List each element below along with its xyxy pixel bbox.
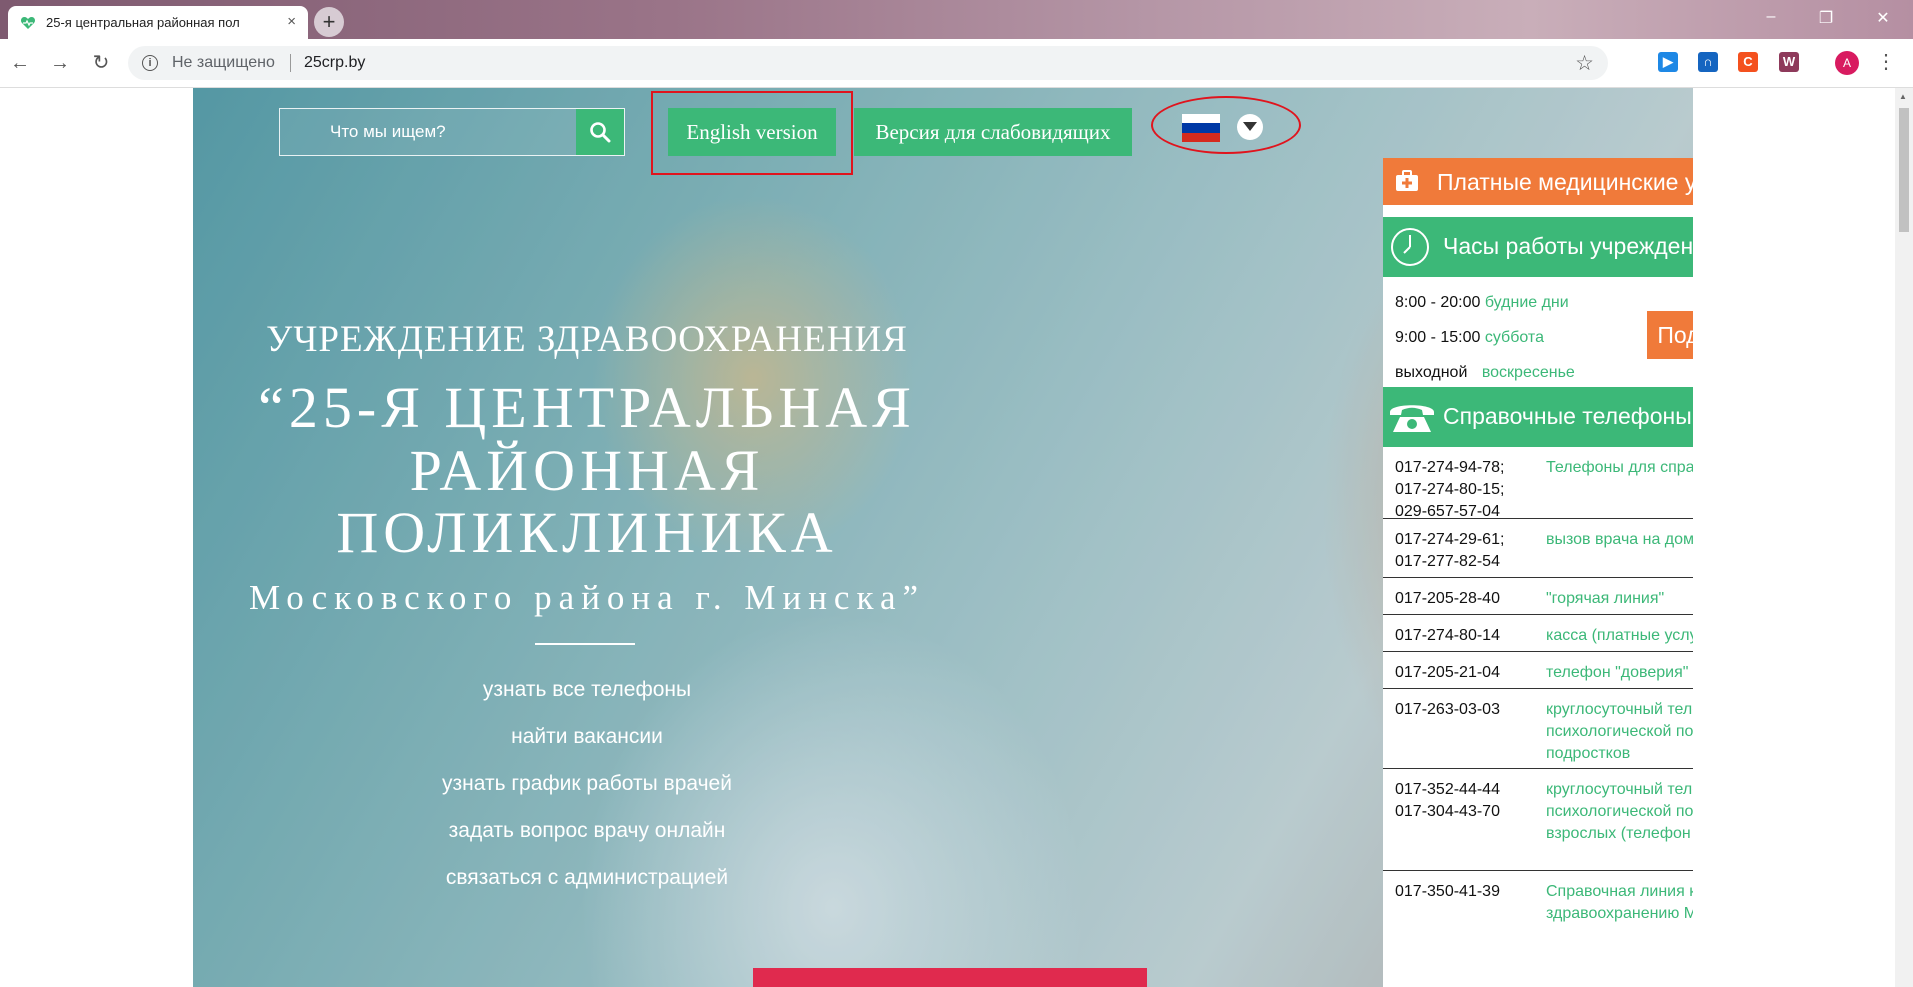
- page-viewport: English version Версия для слабовидящих …: [0, 88, 1895, 987]
- phone-number[interactable]: 017-274-29-61; 017-277-82-54: [1395, 529, 1535, 573]
- extension-icon[interactable]: ∩: [1698, 52, 1718, 72]
- phone-description: вызов врача на дом: [1546, 531, 1693, 548]
- russian-flag-icon[interactable]: [1182, 114, 1220, 142]
- scroll-thumb[interactable]: [1899, 108, 1909, 232]
- link-vacancies[interactable]: найти вакансии: [207, 725, 967, 749]
- institution-name-line: “25-Я ЦЕНТРАЛЬНАЯ: [258, 375, 916, 440]
- browser-tab-bar: 25-я центральная районная пол × + – ❐ ✕: [0, 0, 1913, 39]
- chevron-down-icon: [1243, 122, 1257, 131]
- language-dropdown-icon[interactable]: [1237, 114, 1263, 140]
- more-details-button[interactable]: Подробнее: [1647, 311, 1693, 359]
- telephone-icon: [1390, 405, 1434, 432]
- hours-day: воскресенье: [1481, 364, 1575, 381]
- info-icon[interactable]: i: [142, 55, 158, 71]
- hours-time: 8:00 - 20:00: [1395, 294, 1481, 311]
- security-status: Не защищено: [172, 54, 275, 71]
- institution-name-line: РАЙОННАЯ: [409, 438, 765, 503]
- phone-number[interactable]: 017-274-80-14: [1395, 625, 1535, 647]
- tab-title: 25-я центральная районная пол: [46, 15, 240, 30]
- phone-number[interactable]: 017-352-44-44 017-304-43-70: [1395, 779, 1535, 823]
- phone-number[interactable]: 017-350-41-39: [1395, 881, 1535, 903]
- english-version-button[interactable]: English version: [668, 108, 836, 156]
- phone-description: Справочная линия комитета по здравоохран…: [1546, 883, 1693, 922]
- scroll-up-icon[interactable]: ▲: [1899, 92, 1907, 101]
- tab-close-icon[interactable]: ×: [287, 13, 296, 30]
- forward-icon[interactable]: →: [47, 50, 73, 76]
- hours-row: выходной воскресенье: [1395, 364, 1575, 382]
- phone-description: телефон "доверия": [1546, 664, 1689, 681]
- heart-favicon-icon: [20, 17, 36, 29]
- phone-description: круглосуточный телефон экстренной психол…: [1546, 781, 1693, 842]
- reload-icon[interactable]: ↻: [88, 50, 114, 76]
- phone-number[interactable]: 017-274-94-78; 017-274-80-15; 029-657-57…: [1395, 457, 1535, 523]
- clock-icon: [1391, 228, 1429, 266]
- address-bar[interactable]: i Не защищено 25crp.by ☆: [128, 46, 1608, 80]
- link-contact-administration[interactable]: связаться с администрацией: [207, 866, 967, 890]
- low-vision-version-button[interactable]: Версия для слабовидящих: [854, 108, 1132, 156]
- phone-row: 017-263-03-03 круглосуточный телефон экс…: [1383, 689, 1693, 769]
- hours-time: 9:00 - 15:00: [1395, 329, 1481, 346]
- phone-row: 017-352-44-44 017-304-43-70 круглосуточн…: [1383, 769, 1693, 871]
- working-hours-title: Часы работы учреждения: [1443, 233, 1693, 259]
- phone-row: 017-274-80-14 касса (платные услуги): [1383, 615, 1693, 652]
- language-selector-highlight: [1151, 96, 1301, 154]
- phone-description: круглосуточный телефон экстренной психол…: [1546, 701, 1693, 762]
- search-box: [279, 108, 625, 156]
- browser-toolbar: ← → ↻ i Не защищено 25crp.by ☆ ▶ ∩ C W A…: [0, 39, 1913, 88]
- extension-w-icon[interactable]: W: [1779, 52, 1799, 72]
- institution-type: УЧРЕЖДЕНИЕ ЗДРАВООХРАНЕНИЯ: [266, 319, 908, 360]
- phone-description: Телефоны для справок: [1546, 459, 1693, 476]
- first-aid-kit-icon: [1396, 170, 1418, 191]
- phone-row: 017-274-29-61; 017-277-82-54 вызов врача…: [1383, 519, 1693, 578]
- hours-time: выходной: [1395, 364, 1468, 381]
- browser-tab[interactable]: 25-я центральная районная пол ×: [8, 6, 308, 39]
- minimize-icon[interactable]: –: [1760, 8, 1782, 26]
- phone-number[interactable]: 017-205-28-40: [1395, 588, 1535, 610]
- new-tab-button[interactable]: +: [314, 7, 344, 37]
- hours-day: суббота: [1484, 329, 1544, 346]
- phone-description: касса (платные услуги): [1546, 627, 1693, 644]
- hours-day: будние дни: [1484, 294, 1569, 311]
- paid-services-link[interactable]: Платные медицинские услуги: [1383, 158, 1693, 205]
- browser-menu-icon[interactable]: ⋮: [1876, 49, 1896, 74]
- institution-district: Московского района г. Минска”: [248, 578, 926, 617]
- phone-row: 017-350-41-39 Справочная линия комитета …: [1383, 871, 1693, 971]
- profile-avatar[interactable]: A: [1835, 51, 1859, 75]
- phone-number[interactable]: 017-263-03-03: [1395, 699, 1535, 721]
- back-icon[interactable]: ←: [7, 50, 33, 76]
- omnibox-divider: [290, 54, 291, 72]
- link-all-phones[interactable]: узнать все телефоны: [207, 678, 967, 702]
- phone-row: 017-274-94-78; 017-274-80-15; 029-657-57…: [1383, 447, 1693, 520]
- hero-banner: English version Версия для слабовидящих …: [193, 88, 1693, 987]
- promo-button[interactable]: [753, 968, 1147, 987]
- bookmark-star-icon[interactable]: ☆: [1575, 51, 1594, 76]
- url-text[interactable]: 25crp.by: [304, 54, 365, 72]
- hours-row: 9:00 - 15:00 суббота: [1395, 329, 1544, 347]
- phone-row: 017-205-28-40 "горячая линия": [1383, 578, 1693, 615]
- info-sidebar: Платные медицинские услуги Часы работы у…: [1383, 158, 1693, 987]
- link-ask-doctor[interactable]: задать вопрос врачу онлайн: [207, 819, 967, 843]
- link-doctor-schedule[interactable]: узнать график работы врачей: [207, 772, 967, 796]
- reference-phones-title: Справочные телефоны: [1443, 403, 1692, 429]
- extension-play-icon[interactable]: ▶: [1658, 52, 1678, 72]
- phone-number[interactable]: 017-205-21-04: [1395, 662, 1535, 684]
- page-scrollbar[interactable]: ▲: [1895, 88, 1913, 987]
- window-close-icon[interactable]: ✕: [1872, 8, 1894, 28]
- reference-phones-header: Справочные телефоны: [1383, 387, 1693, 447]
- phone-description: "горячая линия": [1546, 590, 1665, 607]
- phone-row: 017-205-21-04 телефон "доверия": [1383, 652, 1693, 689]
- search-icon: [590, 122, 611, 143]
- paid-services-label: Платные медицинские услуги: [1437, 169, 1693, 195]
- hero-divider: [535, 643, 635, 645]
- working-hours-header: Часы работы учреждения: [1383, 217, 1693, 277]
- hours-row: 8:00 - 20:00 будние дни: [1395, 294, 1569, 312]
- extension-c-icon[interactable]: C: [1738, 52, 1758, 72]
- search-button[interactable]: [576, 109, 624, 155]
- institution-name-line: ПОЛИКЛИНИКА: [336, 500, 838, 565]
- search-input[interactable]: [280, 109, 580, 155]
- restore-icon[interactable]: ❐: [1815, 8, 1837, 28]
